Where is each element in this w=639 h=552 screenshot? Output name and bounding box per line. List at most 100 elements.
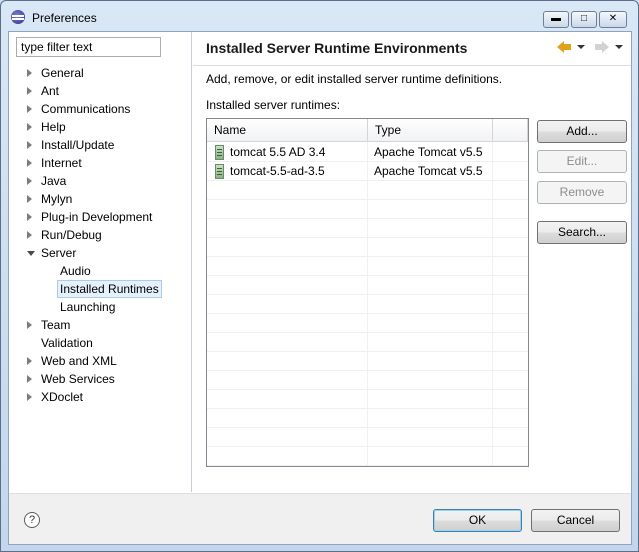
tree-item-label: Plug-in Development [41, 210, 153, 224]
empty-table-row [207, 295, 528, 314]
tree-item[interactable]: Mylyn [9, 190, 192, 208]
tree-item[interactable]: Server [9, 244, 192, 262]
expanded-arrow-icon[interactable] [27, 251, 35, 256]
tree-item[interactable]: Launching [9, 298, 192, 316]
tree-item[interactable]: Help [9, 118, 192, 136]
tree-item-label: Validation [41, 336, 93, 350]
tree-item-label: Web Services [41, 372, 115, 386]
tree-item-label: Installed Runtimes [57, 280, 162, 298]
column-header-name[interactable]: Name [207, 119, 368, 142]
tree-item-label: Server [41, 246, 77, 260]
empty-table-row [207, 238, 528, 257]
tree-item[interactable]: Run/Debug [9, 226, 192, 244]
collapsed-arrow-icon[interactable] [27, 357, 32, 365]
collapsed-arrow-icon[interactable] [27, 375, 32, 383]
tree-item[interactable]: Web Services [9, 370, 192, 388]
empty-table-row [207, 352, 528, 371]
tree-item-label: Launching [60, 300, 116, 314]
page-title: Installed Server Runtime Environments [206, 40, 468, 56]
table-row[interactable]: tomcat 5.5 AD 3.4 Apache Tomcat v5.5 [207, 143, 528, 162]
empty-table-row [207, 428, 528, 447]
empty-table-row [207, 200, 528, 219]
forward-arrow-icon[interactable] [595, 41, 609, 53]
tree-item[interactable]: XDoclet [9, 388, 192, 406]
column-header-type[interactable]: Type [368, 119, 493, 142]
server-runtime-icon [215, 164, 224, 179]
tree-item-label: Help [41, 120, 66, 134]
collapsed-arrow-icon[interactable] [27, 87, 32, 95]
collapsed-arrow-icon[interactable] [27, 213, 32, 221]
back-history-dropdown-icon[interactable] [577, 45, 585, 49]
tree-item[interactable]: Java [9, 172, 192, 190]
empty-table-row [207, 314, 528, 333]
remove-button[interactable]: Remove [537, 181, 627, 204]
tree-item-label: Install/Update [41, 138, 115, 152]
runtime-type-cell: Apache Tomcat v5.5 [374, 145, 483, 159]
empty-table-row [207, 181, 528, 200]
collapsed-arrow-icon[interactable] [27, 393, 32, 401]
tree-item[interactable]: Plug-in Development [9, 208, 192, 226]
tree-item[interactable]: Communications [9, 100, 192, 118]
empty-table-row [207, 390, 528, 409]
tree-item-label: Internet [41, 156, 82, 170]
tree-item[interactable]: Audio [9, 262, 192, 280]
tree-item[interactable]: Web and XML [9, 352, 192, 370]
cancel-button[interactable]: Cancel [531, 509, 620, 532]
view-menu-dropdown-icon[interactable] [615, 45, 623, 49]
empty-table-row [207, 219, 528, 238]
tree-item-label: Mylyn [41, 192, 73, 206]
collapsed-arrow-icon[interactable] [27, 195, 32, 203]
runtime-name-cell: tomcat-5.5-ad-3.5 [230, 164, 325, 178]
maximize-button[interactable]: □ [571, 11, 597, 28]
tree-item-label: Audio [60, 264, 91, 278]
eclipse-icon [11, 10, 25, 24]
tree-item[interactable]: General [9, 64, 192, 82]
tree-item-label: Java [41, 174, 67, 188]
empty-table-row [207, 257, 528, 276]
collapsed-arrow-icon[interactable] [27, 123, 32, 131]
page-description: Add, remove, or edit installed server ru… [206, 72, 503, 86]
button-bar: ? OK Cancel [9, 493, 631, 544]
page-header: Installed Server Runtime Environments [193, 32, 631, 66]
tree-item-label: General [41, 66, 84, 80]
edit-button[interactable]: Edit... [537, 150, 627, 173]
title-bar: Preferences ▬ □ ✕ [1, 1, 638, 31]
tree-item[interactable]: Ant [9, 82, 192, 100]
tree-item-label: Team [41, 318, 71, 332]
tree-item[interactable]: Validation [9, 334, 192, 352]
empty-table-row [207, 276, 528, 295]
back-arrow-icon[interactable] [557, 41, 571, 53]
collapsed-arrow-icon[interactable] [27, 177, 32, 185]
tree-item[interactable]: Team [9, 316, 192, 334]
tree-item-label: Web and XML [41, 354, 117, 368]
tree-item[interactable]: Internet [9, 154, 192, 172]
collapsed-arrow-icon[interactable] [27, 105, 32, 113]
dialog-client-area: General Ant Communications Help Install/Upda… [8, 31, 632, 545]
search-button[interactable]: Search... [537, 221, 627, 244]
collapsed-arrow-icon[interactable] [27, 321, 32, 329]
add-button[interactable]: Add... [537, 120, 627, 143]
tree-item-label: Run/Debug [41, 228, 102, 242]
ok-button[interactable]: OK [433, 509, 522, 532]
collapsed-arrow-icon[interactable] [27, 159, 32, 167]
collapsed-arrow-icon[interactable] [27, 69, 32, 77]
tree-item[interactable]: Installed Runtimes [9, 280, 192, 298]
table-row[interactable]: tomcat-5.5-ad-3.5 Apache Tomcat v5.5 [207, 162, 528, 181]
collapsed-arrow-icon[interactable] [27, 231, 32, 239]
tree-item[interactable]: Install/Update [9, 136, 192, 154]
filter-input[interactable] [16, 37, 161, 57]
empty-table-row [207, 333, 528, 352]
tree-item-label: Communications [41, 102, 131, 116]
window-title: Preferences [32, 11, 97, 25]
collapsed-arrow-icon[interactable] [27, 141, 32, 149]
column-header-filler [493, 119, 528, 142]
minimize-button[interactable]: ▬ [543, 11, 569, 28]
preferences-navigation: General Ant Communications Help Install/Upda… [9, 32, 192, 492]
tree-item-label: XDoclet [41, 390, 84, 404]
server-runtime-icon [215, 145, 224, 160]
help-icon[interactable]: ? [24, 512, 40, 528]
empty-table-row [207, 409, 528, 428]
runtime-type-cell: Apache Tomcat v5.5 [374, 164, 483, 178]
close-button[interactable]: ✕ [599, 11, 627, 28]
empty-table-row [207, 447, 528, 466]
